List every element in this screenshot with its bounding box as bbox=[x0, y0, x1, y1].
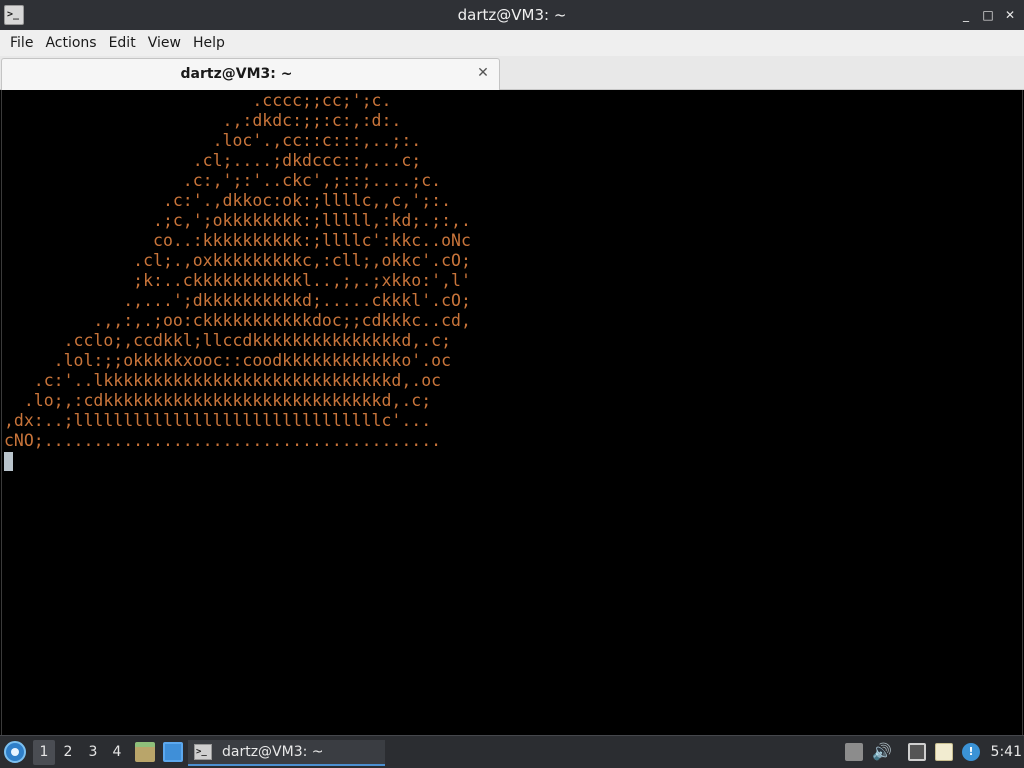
terminal-text: .cccc;;cc;';c. .,:dkdc:;;:c:,:d:. .loc'.… bbox=[4, 91, 471, 450]
start-menu-icon[interactable] bbox=[4, 741, 26, 763]
menu-help[interactable]: Help bbox=[187, 30, 231, 56]
menu-actions[interactable]: Actions bbox=[39, 30, 102, 56]
terminal-cursor bbox=[4, 452, 13, 471]
clock[interactable]: 5:41 bbox=[988, 736, 1022, 768]
taskbar-terminal-task[interactable]: >_ dartz@VM3: ~ bbox=[188, 740, 385, 766]
file-manager-icon[interactable] bbox=[135, 742, 155, 762]
network-icon[interactable] bbox=[908, 743, 926, 761]
tab-label: dartz@VM3: ~ bbox=[180, 66, 293, 82]
update-tray-icon[interactable] bbox=[845, 743, 863, 761]
maximize-button[interactable]: □ bbox=[980, 5, 996, 25]
window-controls: _ □ ✕ bbox=[958, 5, 1018, 25]
show-desktop-icon[interactable] bbox=[163, 742, 183, 762]
volume-icon[interactable]: 🔊 bbox=[872, 743, 892, 761]
menu-bar: File Actions Edit View Help bbox=[0, 30, 1024, 56]
tab-close-icon[interactable]: ✕ bbox=[475, 65, 491, 81]
minimize-button[interactable]: _ bbox=[958, 5, 974, 25]
desktop-4-button[interactable]: 4 bbox=[106, 740, 128, 765]
window-titlebar[interactable]: >_ dartz@VM3: ~ _ □ ✕ bbox=[0, 0, 1024, 30]
menu-view[interactable]: View bbox=[142, 30, 187, 56]
notification-icon[interactable]: ! bbox=[962, 743, 980, 761]
terminal-task-icon: >_ bbox=[194, 744, 212, 760]
task-label: dartz@VM3: ~ bbox=[222, 744, 324, 760]
close-button[interactable]: ✕ bbox=[1002, 5, 1018, 25]
desktop-1-button[interactable]: 1 bbox=[33, 740, 55, 765]
terminal-output[interactable]: .cccc;;cc;';c. .,:dkdc:;;:c:,:d:. .loc'.… bbox=[1, 90, 1023, 735]
desktop-2-button[interactable]: 2 bbox=[57, 740, 79, 765]
taskbar: 1 2 3 4 >_ dartz@VM3: ~ 🔊 ! 5:41 bbox=[0, 735, 1024, 768]
clipboard-icon[interactable] bbox=[935, 743, 953, 761]
tab-terminal[interactable]: dartz@VM3: ~ ✕ bbox=[1, 58, 500, 90]
menu-edit[interactable]: Edit bbox=[103, 30, 142, 56]
window-title: dartz@VM3: ~ bbox=[457, 6, 567, 24]
tab-bar: dartz@VM3: ~ ✕ bbox=[0, 56, 1024, 90]
desktop-3-button[interactable]: 3 bbox=[82, 740, 104, 765]
menu-file[interactable]: File bbox=[4, 30, 39, 56]
